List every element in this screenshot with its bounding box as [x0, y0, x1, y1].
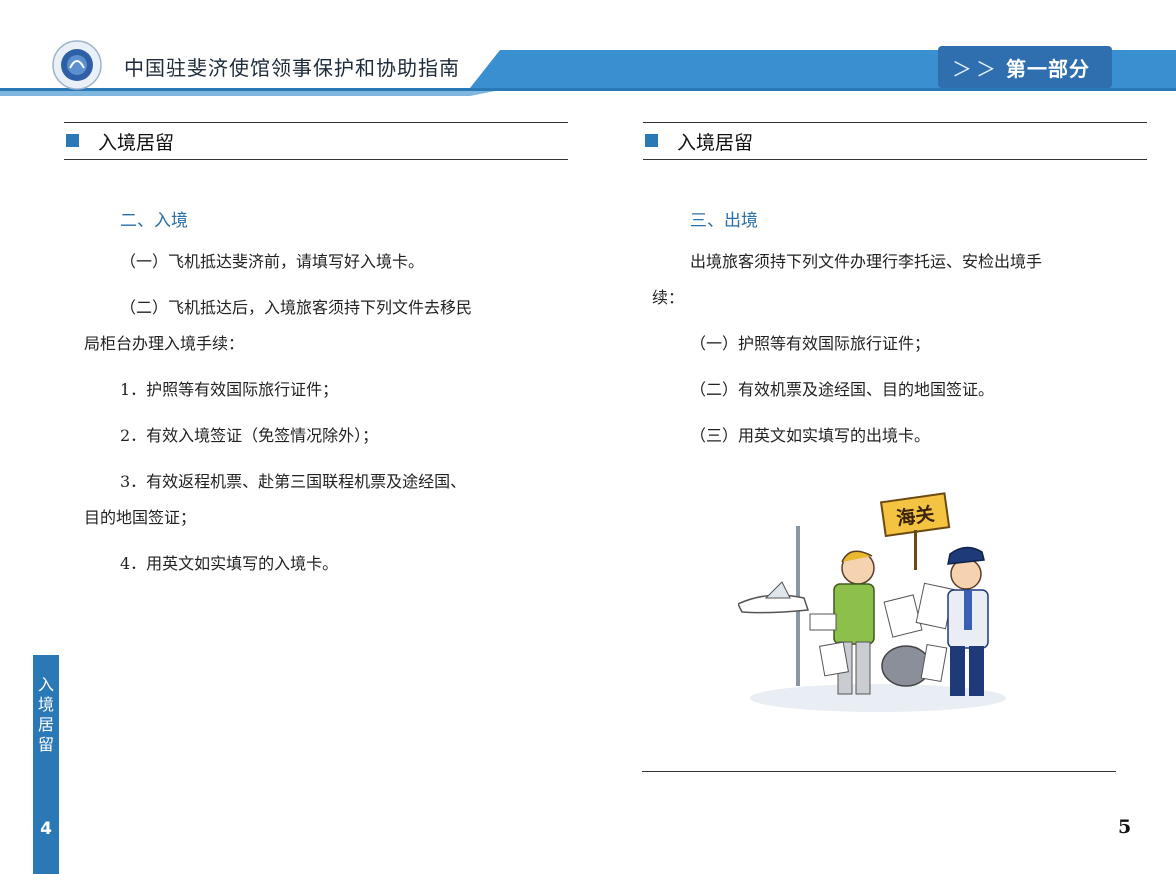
right-bottom-rule	[642, 771, 1116, 772]
left-line: 4．用英文如实填写的入境卡。	[120, 554, 339, 573]
left-line: 1．护照等有效国际旅行证件；	[120, 380, 339, 399]
left-line: 2．有效入境签证（免签情况除外）；	[120, 426, 379, 445]
right-line: 出境旅客须持下列文件办理行李托运、安检出境手	[690, 252, 1043, 271]
left-page-number: 4	[40, 819, 52, 839]
page-header: 中国驻斐济使馆领事保护和协助指南 ＞＞ 第一部分	[0, 0, 1176, 100]
right-line: （二）有效机票及途经国、目的地国签证。	[690, 380, 995, 399]
customs-illustration: 海关	[736, 486, 1014, 716]
document-title: 中国驻斐济使馆领事保护和协助指南	[124, 56, 460, 80]
left-line: 3．有效返程机票、赴第三国联程机票及途经国、	[120, 472, 467, 491]
right-section-title: 入境居留	[677, 132, 754, 154]
right-section-header: 入境居留	[643, 122, 1147, 160]
left-chapter-tab: 入 境 居 留 4	[33, 655, 59, 874]
consular-affairs-logo	[52, 40, 102, 90]
left-subtitle: 二、入境	[120, 211, 188, 231]
left-line: （二）飞机抵达后，入境旅客须持下列文件去移民	[120, 298, 473, 317]
left-line: 局柜台办理入境手续：	[84, 334, 245, 353]
right-subtitle: 三、出境	[690, 211, 758, 231]
square-bullet-icon	[66, 134, 79, 147]
right-line: （一）护照等有效国际旅行证件；	[690, 334, 931, 353]
chapter-vertical-label: 入 境 居 留	[37, 675, 54, 754]
left-line: （一）飞机抵达斐济前，请填写好入境卡。	[120, 252, 425, 271]
part-one-tab[interactable]: ＞＞ 第一部分	[938, 46, 1112, 88]
left-section-header: 入境居留	[64, 122, 568, 160]
right-page-number: 5	[1118, 816, 1132, 838]
part-label: 第一部分	[1006, 56, 1090, 81]
right-line: （三）用英文如实填写的出境卡。	[690, 426, 931, 445]
left-line: 目的地国签证；	[84, 508, 197, 527]
square-bullet-icon	[645, 134, 658, 147]
right-line: 续：	[652, 288, 685, 307]
chevron-right-icon: ＞＞	[952, 56, 1000, 81]
left-section-title: 入境居留	[98, 132, 175, 154]
